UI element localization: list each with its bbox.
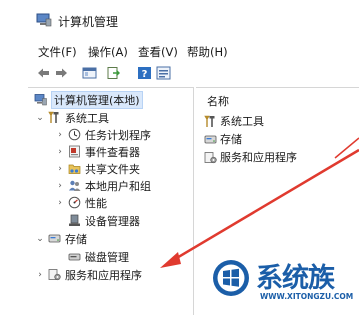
watermark-text: 系统族 xyxy=(256,263,335,294)
watermark-url: WWW.XITONGZU.COM xyxy=(260,292,354,301)
computer-management-window: 计算机管理 文件(F) 操作(A) 查看(V) 帮助(H) ? 计算机管理(本地… xyxy=(0,0,359,315)
windows-logo-icon xyxy=(213,260,249,296)
